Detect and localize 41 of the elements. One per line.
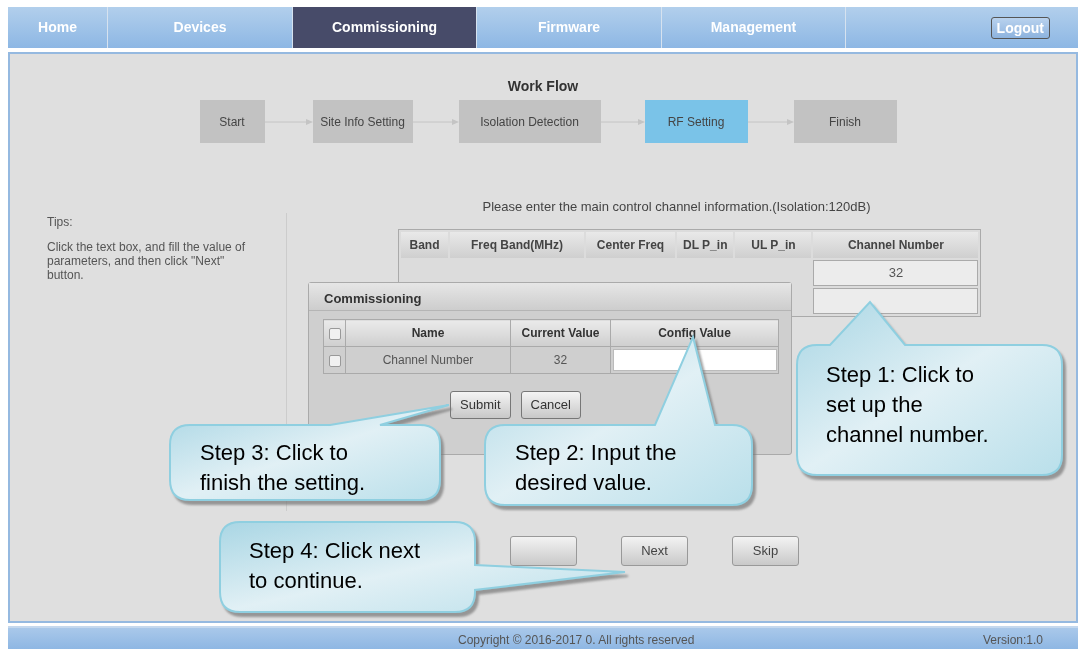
tips-title: Tips: <box>47 214 74 231</box>
table-cell: 32 <box>510 346 611 374</box>
row-checkbox[interactable] <box>328 354 341 367</box>
step-button[interactable] <box>510 536 577 566</box>
cancel-button[interactable]: Cancel <box>520 391 581 419</box>
workflow-step: Isolation Detection <box>458 100 601 143</box>
workflow-step: RF Setting <box>644 100 748 143</box>
copyright-text: Copyright © 2016-2017 0. All rights reserved <box>458 632 695 649</box>
nav-tab[interactable]: Commissioning <box>293 7 477 48</box>
arrow-icon <box>412 117 459 126</box>
channel-number-field[interactable] <box>813 288 979 314</box>
workflow-step: Finish <box>793 100 897 143</box>
version-text: Version:1.0 <box>982 632 1043 649</box>
column-header: Current Value <box>510 319 611 347</box>
arrow-icon <box>747 117 794 126</box>
select-all-checkbox[interactable] <box>328 327 341 340</box>
step-button[interactable]: Next <box>621 536 688 566</box>
arrow-icon <box>264 117 313 126</box>
channel-number-field[interactable]: 32 <box>813 260 979 286</box>
column-header: Band <box>401 232 448 258</box>
workflow-step: Start <box>199 100 265 143</box>
column-header: DL P_in <box>677 232 734 258</box>
column-header: Name <box>345 319 511 347</box>
column-header: Config Value <box>610 319 779 347</box>
tips-text: Click the text box, and fill the value of parameters, and then click "Next" button. <box>47 240 247 282</box>
instruction-message: Please enter the main control channel information.(Isolation:120dB) <box>481 199 872 215</box>
dialog-title: Commissioning <box>309 283 791 311</box>
column-header: Channel Number <box>813 232 979 258</box>
callout-text: Step 1: Click to set up the channel number. <box>826 361 990 449</box>
submit-button[interactable]: Submit <box>450 391 511 419</box>
column-header: UL P_in <box>735 232 812 258</box>
step-button[interactable]: Skip <box>732 536 799 566</box>
callout-text: Step 4: Click next to continue. <box>249 537 422 595</box>
workflow-step: Site Info Setting <box>312 100 413 143</box>
callout-text: Step 3: Click to finish the setting. <box>200 439 367 497</box>
column-header: Center Freq <box>586 232 675 258</box>
arrow-icon <box>600 117 645 126</box>
workflow-title: Work Flow <box>506 77 580 95</box>
table-cell: Channel Number <box>345 346 511 374</box>
callout-text: Step 2: Input the desired value. <box>515 439 678 497</box>
column-header: Freq Band(MHz) <box>450 232 584 258</box>
